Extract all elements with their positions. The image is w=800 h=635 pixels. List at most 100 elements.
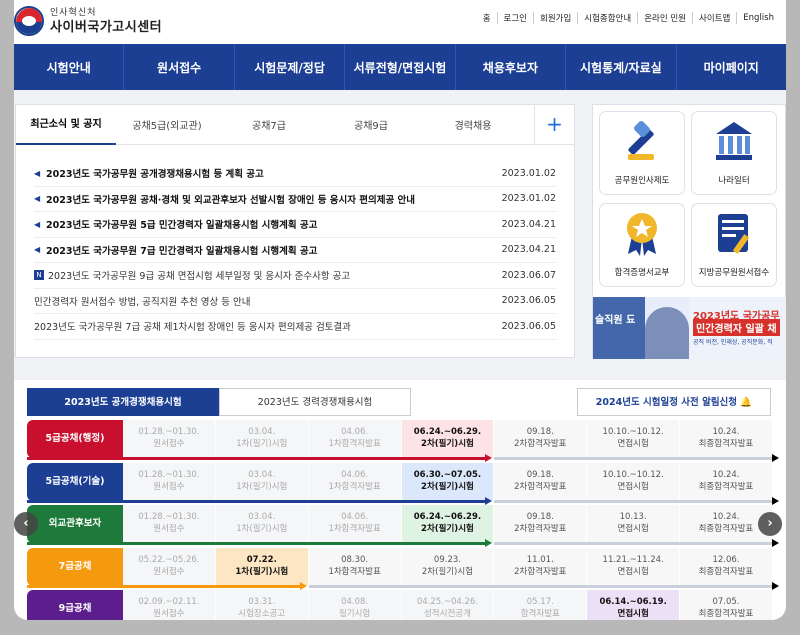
quick-card-certificate[interactable]: 합격증명서교부: [599, 203, 685, 287]
util-link[interactable]: 로그인: [498, 12, 534, 24]
schedule-date: 01.28.~01.30.: [138, 512, 200, 522]
quick-card-narailteo[interactable]: 나라일터: [691, 111, 777, 195]
schedule-date: 11.01.: [526, 554, 554, 565]
schedule-cell: 09.18. 2차합격자발표: [494, 462, 588, 501]
news-date: 2023.06.05: [501, 295, 556, 307]
nav-item[interactable]: 서류전형/면접시험: [345, 44, 456, 90]
nav-item[interactable]: 시험안내: [14, 44, 125, 90]
nav-item[interactable]: 시험통계/자료실: [566, 44, 677, 90]
news-tab[interactable]: 공채7급: [218, 117, 320, 132]
schedule-cell: 10.10.~10.12. 면접시험: [587, 462, 681, 501]
promo-banner[interactable]: 슬직원 됴 2023년도 국가공무 민간경력자 일괄 채 공직 비전, 인재상,…: [593, 297, 786, 359]
schedule-stage: 원서접수: [153, 481, 185, 492]
news-tab[interactable]: 경력채용: [422, 117, 524, 132]
news-row[interactable]: 민간경력자 원서접수 방법, 공직지원 추천 영상 등 안내 2023.06.05: [34, 289, 556, 314]
schedule-exam-name[interactable]: 7급공채: [27, 547, 123, 586]
schedule-stage: 원서접수: [153, 524, 185, 534]
schedule-stage: 합격자발표: [520, 609, 560, 619]
util-link[interactable]: 온라인 민원: [638, 12, 694, 24]
schedule-row: 9급공채 02.09.~02.11. 원서접수 03.31. 시험장소공고 04.08. 필…: [27, 590, 773, 620]
schedule-date: 03.04.: [248, 512, 276, 522]
news-row[interactable]: 2023년도 국가공무원 7급 공채 제1차시험 장애인 등 응시자 편의제공 …: [34, 314, 556, 340]
schedule-date: 10.10.~10.12.: [602, 427, 664, 437]
schedule-date: 07.05.: [712, 597, 740, 607]
schedule-stage: 면접시험: [617, 566, 649, 577]
news-row[interactable]: ◀ 2023년도 국가공무원 공개경쟁채용시험 등 계획 공고 2023.01.02: [34, 161, 556, 187]
schedule-exam-name[interactable]: 외교관후보자: [27, 505, 123, 543]
speaker-icon: ◀: [34, 194, 41, 204]
schedule-cell: 06.24.~06.29. 2차(필기)시험: [401, 505, 495, 543]
news-tab[interactable]: 최근소식 및 공지: [16, 105, 116, 145]
schedule-exam-name[interactable]: 9급공채: [27, 590, 123, 620]
news-row[interactable]: ◀ 2023년도 국가공무원 5급 민간경력자 일괄채용시험 시행계획 공고 202…: [34, 212, 556, 238]
util-link[interactable]: 홈: [477, 12, 498, 24]
schedule-cell: 07.05. 최종합격자발표: [680, 590, 773, 620]
bell-icon: 🔔: [740, 397, 753, 408]
schedule-stage: 1차합격자발표: [328, 566, 381, 577]
news-date: 2023.01.02: [501, 193, 556, 205]
schedule-date: 10.10.~10.12.: [602, 469, 664, 480]
schedule-stage: 1차(필기)시험: [235, 566, 289, 577]
news-list: ◀ 2023년도 국가공무원 공개경쟁채용시험 등 계획 공고 2023.01.02…: [16, 145, 574, 340]
util-link[interactable]: 회원가입: [534, 12, 579, 24]
nav-item[interactable]: 마이페이지: [677, 44, 786, 90]
schedule-stage: 면접시험: [617, 609, 649, 619]
speaker-icon: ◀: [34, 168, 41, 178]
news-title: 2023년도 국가공무원 7급 공채 제1차시험 장애인 등 응시자 편의제공 …: [34, 322, 351, 334]
schedule-row: 5급공채(기술) 01.28.~01.30. 원서접수 03.04. 1차(필기)시험 0…: [27, 462, 779, 505]
util-link[interactable]: 시험종합안내: [578, 12, 639, 24]
nav-item[interactable]: 원서접수: [124, 44, 235, 90]
schedule-stage: 1차(필기)시험: [236, 481, 288, 492]
schedule-date: 10.13.: [619, 512, 647, 522]
schedule-tabs: 2023년도 공개경쟁채용시험 2023년도 경력경쟁채용시험: [27, 388, 411, 416]
schedule-stage: 1차합격자발표: [328, 439, 381, 449]
nav-item[interactable]: 채용후보자: [456, 44, 567, 90]
schedule-cell: 01.28.~01.30. 원서접수: [123, 505, 216, 543]
news-date: 2023.01.02: [501, 167, 556, 179]
schedule-cell: 01.28.~01.30. 원서접수: [123, 420, 216, 458]
quick-card-label: 지방공무원원서접수: [698, 268, 770, 278]
schedule-stage: 1차(필기)시험: [236, 439, 288, 449]
news-tab[interactable]: 공채5급(외교관): [116, 117, 218, 132]
schedule-exam-name[interactable]: 5급공채(행정): [27, 420, 123, 458]
schedule-cell: 10.24. 최종합격자발표: [680, 420, 773, 458]
next-arrow-button[interactable]: ›: [758, 512, 782, 536]
news-row[interactable]: ◀ 2023년도 국가공무원 7급 민간경력자 일괄채용시험 시행계획 공고 202…: [34, 238, 556, 263]
schedule-date: 09.18.: [526, 427, 554, 437]
quick-links-panel: 공무원인사제도 나라일터 합격증명서교부 지방공무원원서접수 슬직원 됴 202…: [592, 104, 786, 359]
tab-open-competition[interactable]: 2023년도 공개경쟁채용시험: [27, 388, 219, 416]
schedule-track: [494, 454, 779, 462]
more-plus-button[interactable]: +: [534, 105, 574, 145]
util-link[interactable]: English: [737, 13, 780, 23]
site-logo[interactable]: 인사혁신처 사이버국가고시센터: [14, 6, 162, 36]
util-link[interactable]: 사이트맵: [693, 12, 738, 24]
schedule-cell: 10.13. 면접시험: [587, 505, 681, 543]
schedule-date: 06.14.~06.19.: [599, 597, 667, 607]
application-form-icon: [718, 214, 750, 254]
schedule-date: 11.21.~11.24.: [602, 554, 664, 565]
news-title: 2023년도 국가공무원 7급 민간경력자 일괄채용시험 시행계획 공고: [46, 245, 318, 257]
nav-item[interactable]: 시험문제/정답: [235, 44, 346, 90]
news-tab[interactable]: 공채9급: [320, 117, 422, 132]
logo-site-name: 사이버국가고시센터: [50, 19, 163, 35]
schedule-alarm-button[interactable]: 2024년도 시험일정 사전 알림신청 🔔: [577, 388, 771, 416]
quick-card-local-exam[interactable]: 지방공무원원서접수: [691, 203, 777, 287]
schedule-track: [494, 496, 779, 505]
news-row[interactable]: N 2023년도 국가공무원 9급 공채 면접시험 세부일정 및 응시자 준수사항…: [34, 263, 556, 289]
news-panel: 최근소식 및 공지 공채5급(외교관) 공채7급 공채9급 경력채용 + ◀ 2023년도 …: [15, 104, 575, 358]
news-row[interactable]: ◀ 2023년도 국가공무원 공채·경채 및 외교관후보자 선발시험 장애인 등 …: [34, 187, 556, 212]
quick-card-hr-system[interactable]: 공무원인사제도: [599, 111, 685, 195]
news-title: 2023년도 국가공무원 공채·경채 및 외교관후보자 선발시험 장애인 등 응…: [46, 194, 416, 206]
schedule-cell: 10.10.~10.12. 면접시험: [587, 420, 681, 458]
banner-caption: 공직 비전, 인재상, 공직문화, 직: [693, 339, 773, 346]
schedule-exam-name[interactable]: 5급공채(기술): [27, 462, 123, 501]
schedule-stage: 원서접수: [153, 609, 185, 619]
tab-career-competition[interactable]: 2023년도 경력경쟁채용시험: [219, 388, 411, 416]
schedule-stage: 1차합격자발표: [328, 481, 381, 492]
schedule-stage: 1차합격자발표: [328, 524, 381, 534]
prev-arrow-button[interactable]: ‹: [14, 512, 38, 536]
gavel-icon: [628, 121, 654, 160]
schedule-cell: 09.18. 2차합격자발표: [494, 420, 588, 458]
logo-org-name: 인사혁신처: [50, 7, 97, 18]
schedule-date: 04.06.: [341, 427, 369, 437]
